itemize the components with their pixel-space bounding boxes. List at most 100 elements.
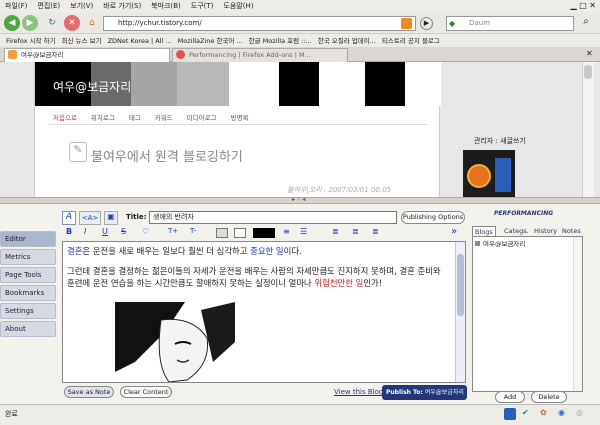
add-blog-button[interactable]: Add xyxy=(495,391,525,403)
rich-text-mode-icon[interactable]: A xyxy=(62,211,76,225)
blog-nav-item[interactable]: 방명록 xyxy=(231,114,249,122)
bookmark-item[interactable]: ZDNet Korea | All ... xyxy=(108,37,172,45)
link-text[interactable]: 중요한 일 xyxy=(250,246,283,256)
search-icon[interactable]: ⌕ xyxy=(578,16,594,31)
editor-content[interactable]: 결혼은 운전을 새로 배우는 일보다 훨씬 더 심각하고 중요한 일이다. 그런… xyxy=(62,241,466,383)
nav-page-tools[interactable]: Page Tools xyxy=(0,267,56,283)
ordered-list-icon[interactable]: ≡ xyxy=(283,227,290,236)
reload-icon[interactable]: ↻ xyxy=(44,15,60,31)
tab-history[interactable]: History xyxy=(532,226,559,236)
nav-settings[interactable]: Settings xyxy=(0,303,56,319)
quote-icon[interactable]: ♡ xyxy=(142,227,149,236)
color-swatch-icon[interactable] xyxy=(253,228,275,238)
blog-list-scrollbar[interactable] xyxy=(573,237,582,391)
minimize-icon[interactable]: ▁ xyxy=(570,1,576,10)
page-scrollbar[interactable] xyxy=(582,62,594,197)
blog-title[interactable]: 여우@보금자리 xyxy=(53,78,131,95)
title-input[interactable]: 생애의 반려자 xyxy=(149,211,397,224)
align-right-icon[interactable]: ≣ xyxy=(372,227,379,236)
nav-about[interactable]: About xyxy=(0,321,56,337)
forward-icon[interactable]: ▶ xyxy=(22,15,38,31)
scrollbar-thumb[interactable] xyxy=(457,254,464,316)
search-input[interactable]: Daum xyxy=(446,16,574,31)
tab-categories[interactable]: Categs. xyxy=(502,226,531,236)
blog-header: 여우@보금자리 xyxy=(35,62,441,106)
firefox-promo-image xyxy=(463,150,515,197)
preview-mode-icon[interactable]: ▣ xyxy=(104,211,118,225)
menu-help[interactable]: 도움말(H) xyxy=(218,0,258,12)
rss-icon[interactable] xyxy=(401,18,412,29)
increase-font-icon[interactable]: T+ xyxy=(168,227,178,235)
bold-icon[interactable]: B xyxy=(66,227,72,236)
nav-editor[interactable]: Editor xyxy=(0,231,56,247)
editor-paragraph-2: 그런데 결혼을 결정하는 젊은이들의 자세가 운전을 배우는 사람의 자세만큼도… xyxy=(67,265,445,289)
blog-nav-item[interactable]: 키워드 xyxy=(155,114,173,122)
tab-blogs[interactable]: Blogs xyxy=(472,226,496,236)
decrease-font-icon[interactable]: T- xyxy=(190,227,196,235)
publish-button[interactable]: Publish To: 여우@보금자리 xyxy=(382,385,467,400)
bookmark-item[interactable]: 한국 오질라 업데이... xyxy=(318,35,376,45)
close-tab-icon[interactable]: ✕ xyxy=(586,49,593,58)
menu-edit[interactable]: 편집(E) xyxy=(32,0,65,12)
bookmark-item[interactable]: 최신 뉴스 보기 xyxy=(62,35,102,45)
align-center-icon[interactable]: ≣ xyxy=(352,227,359,236)
firefox-logo-icon xyxy=(467,164,491,188)
link-text[interactable]: 결혼 xyxy=(67,246,82,256)
menu-view[interactable]: 보기(V) xyxy=(65,0,98,12)
menu-tools[interactable]: 도구(T) xyxy=(186,0,219,12)
post-title[interactable]: 불여우에서 원격 블로깅하기 xyxy=(91,146,243,165)
editor-scrollbar[interactable] xyxy=(455,242,465,382)
source-mode-icon[interactable]: <A> xyxy=(79,211,101,225)
blog-nav-item[interactable]: 태그 xyxy=(129,114,141,122)
device-graphic xyxy=(495,158,511,192)
bookmark-item[interactable]: 티스토리 공지 블로그 xyxy=(382,35,440,45)
scrollbar-thumb[interactable] xyxy=(584,65,592,79)
underline-icon[interactable]: U xyxy=(102,227,108,236)
blog-nav-item[interactable]: 미디어로그 xyxy=(187,114,217,122)
splitter-grip-icon[interactable]: ▸ ◦ ◂ xyxy=(292,196,305,203)
background-color-icon[interactable] xyxy=(234,228,246,238)
admin-link[interactable]: 관리자 : 새글쓰기 xyxy=(474,136,526,146)
blog-nav-item[interactable]: 처음으로 xyxy=(53,114,77,122)
status-addon-icon[interactable]: ✿ xyxy=(540,408,547,417)
back-icon[interactable]: ◀ xyxy=(4,15,20,31)
menu-go[interactable]: 바로 가기(S) xyxy=(98,0,146,12)
url-input[interactable]: http://ychur.tistory.com/ xyxy=(103,16,416,31)
tab-performancing[interactable]: Performancing | Firefox Add-ons | M... xyxy=(172,48,348,62)
search-engine-icon[interactable]: ◆ xyxy=(449,19,455,28)
performancing-status-icon[interactable] xyxy=(504,408,516,420)
pane-splitter[interactable]: ▸ ◦ ◂ xyxy=(0,196,600,204)
bookmark-item[interactable]: Firefox 시작 하기 xyxy=(6,35,56,45)
clear-content-button[interactable]: Clear Content xyxy=(120,386,172,398)
close-icon[interactable]: ✕ xyxy=(589,1,596,10)
bookmark-item[interactable]: 한글 Mozilla 포럼 ::... xyxy=(249,35,312,45)
menu-file[interactable]: 파일(F) xyxy=(0,0,32,12)
strikethrough-icon[interactable]: S xyxy=(121,227,126,236)
text-color-icon[interactable] xyxy=(216,228,228,238)
delete-blog-button[interactable]: Delete xyxy=(531,391,567,403)
tab-notes[interactable]: Notes xyxy=(560,226,583,236)
stop-icon[interactable]: ✕ xyxy=(64,15,80,31)
status-text: 완료 xyxy=(5,410,18,418)
italic-icon[interactable]: I xyxy=(84,227,86,236)
menu-bookmarks[interactable]: 북마크(B) xyxy=(146,0,186,12)
save-as-note-button[interactable]: Save as Note xyxy=(64,386,114,398)
unordered-list-icon[interactable]: ☰ xyxy=(300,227,307,236)
blog-item-icon xyxy=(475,241,480,246)
tab-active[interactable]: 여우@보금자리 xyxy=(4,48,170,62)
view-blog-link[interactable]: View this Blog xyxy=(334,388,383,396)
home-icon[interactable]: ⌂ xyxy=(84,15,100,31)
align-left-icon[interactable]: ≣ xyxy=(332,227,339,236)
status-rss-icon[interactable]: ◎ xyxy=(576,408,583,417)
maximize-icon[interactable]: □ xyxy=(579,1,587,10)
nav-bookmarks[interactable]: Bookmarks xyxy=(0,285,56,301)
blog-list-item[interactable]: 여우@보금자리 xyxy=(473,237,582,249)
publishing-options-button[interactable]: Publishing Options xyxy=(401,211,465,224)
blog-nav-item[interactable]: 위치로그 xyxy=(91,114,115,122)
nav-metrics[interactable]: Metrics xyxy=(0,249,56,265)
go-icon[interactable]: ▶ xyxy=(420,17,433,30)
bookmark-item[interactable]: MozillaZine 한국어 ... xyxy=(178,35,243,45)
more-tools-icon[interactable]: » xyxy=(451,226,457,237)
header-stripe xyxy=(279,62,319,106)
blog-item-label: 여우@보금자리 xyxy=(483,240,526,248)
